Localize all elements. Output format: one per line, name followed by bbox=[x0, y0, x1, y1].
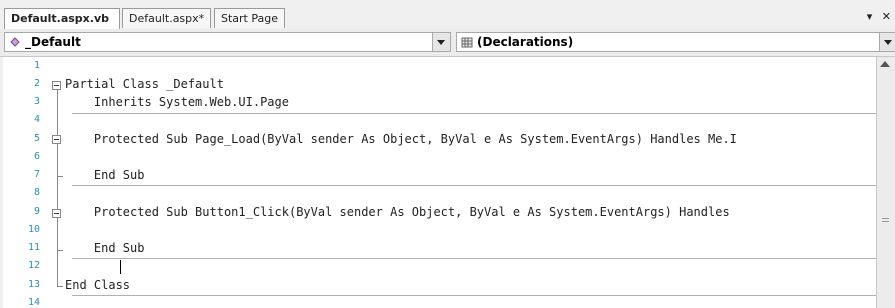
vertical-scrollbar[interactable] bbox=[876, 57, 895, 308]
code-text: Protected Sub Page_Load(ByVal sender As … bbox=[65, 132, 737, 146]
code-line: 8 bbox=[0, 187, 876, 199]
code-text: End Sub bbox=[65, 241, 145, 255]
code-line: 6 bbox=[0, 151, 876, 163]
member-name-label: (Declarations) bbox=[477, 35, 574, 49]
line-number: 10 bbox=[27, 224, 40, 235]
document-tab-bar: Default.aspx.vb Default.aspx* Start Page… bbox=[0, 0, 895, 30]
scroll-grip-icon[interactable] bbox=[882, 217, 889, 224]
procedure-separator bbox=[72, 113, 876, 114]
collapse-method-icon[interactable] bbox=[52, 135, 61, 144]
procedure-separator bbox=[72, 295, 876, 296]
outline-guide bbox=[57, 90, 58, 287]
line-number: 11 bbox=[27, 242, 40, 253]
code-text: Inherits System.Web.UI.Page bbox=[65, 95, 289, 109]
line-number: 9 bbox=[33, 206, 40, 217]
outline-guide bbox=[57, 250, 63, 251]
code-line: 9 Protected Sub Button1_Click(ByVal send… bbox=[0, 205, 876, 219]
line-number: 6 bbox=[33, 151, 40, 162]
procedure-separator bbox=[72, 185, 876, 186]
line-number: 5 bbox=[33, 133, 40, 144]
code-text: End Sub bbox=[65, 168, 145, 182]
line-number: 1 bbox=[33, 60, 40, 71]
line-number: 2 bbox=[33, 78, 40, 89]
code-line: 2 Partial Class _Default bbox=[0, 77, 876, 91]
code-text: Protected Sub Button1_Click(ByVal sender… bbox=[65, 205, 730, 219]
class-name-combo[interactable]: _Default bbox=[4, 32, 451, 52]
collapse-class-icon[interactable] bbox=[52, 81, 61, 90]
code-line: 3 Inherits System.Web.UI.Page bbox=[0, 95, 876, 109]
line-number: 4 bbox=[33, 114, 40, 125]
code-line: 7 End Sub bbox=[0, 168, 876, 182]
code-editor[interactable]: 1 2 Partial Class _Default 3 Inherits Sys… bbox=[0, 57, 876, 308]
member-name-combo[interactable]: (Declarations) bbox=[456, 32, 895, 52]
code-line: 13 End Class bbox=[0, 278, 876, 292]
outline-guide bbox=[57, 286, 63, 287]
line-number: 14 bbox=[27, 297, 40, 308]
tab-default-aspx-vb[interactable]: Default.aspx.vb bbox=[4, 8, 120, 29]
class-icon bbox=[10, 37, 20, 47]
line-number: 12 bbox=[27, 260, 40, 271]
code-line: 12 bbox=[0, 260, 876, 272]
code-line: 1 bbox=[0, 60, 876, 72]
navigation-bar: _Default (Declarations) bbox=[0, 29, 895, 57]
chevron-down-icon[interactable] bbox=[432, 33, 450, 51]
code-text: Partial Class _Default bbox=[65, 77, 224, 91]
code-line: 11 End Sub bbox=[0, 241, 876, 255]
line-number: 13 bbox=[27, 279, 40, 290]
code-line: 14 bbox=[0, 297, 876, 308]
line-number: 7 bbox=[33, 169, 40, 180]
code-line: 5 Protected Sub Page_Load(ByVal sender A… bbox=[0, 132, 876, 146]
tab-list-dropdown-icon[interactable]: ▾ bbox=[867, 10, 873, 23]
line-number: 8 bbox=[33, 187, 40, 198]
text-caret bbox=[120, 260, 121, 274]
chevron-down-icon[interactable] bbox=[879, 33, 895, 51]
tab-controls: ▾ ✕ bbox=[861, 10, 891, 23]
class-name-label: _Default bbox=[25, 35, 81, 49]
line-number: 3 bbox=[33, 96, 40, 107]
code-line: 10 bbox=[0, 224, 876, 236]
declarations-icon bbox=[461, 37, 473, 48]
code-line: 4 bbox=[0, 114, 876, 126]
close-icon[interactable]: ✕ bbox=[882, 10, 891, 23]
scroll-up-icon[interactable] bbox=[880, 61, 890, 67]
tab-start-page[interactable]: Start Page bbox=[214, 8, 285, 28]
collapse-method-icon[interactable] bbox=[52, 209, 61, 218]
code-text: End Class bbox=[65, 278, 131, 292]
procedure-separator bbox=[72, 258, 876, 259]
outline-guide bbox=[57, 176, 63, 177]
tab-default-aspx[interactable]: Default.aspx* bbox=[122, 8, 211, 28]
